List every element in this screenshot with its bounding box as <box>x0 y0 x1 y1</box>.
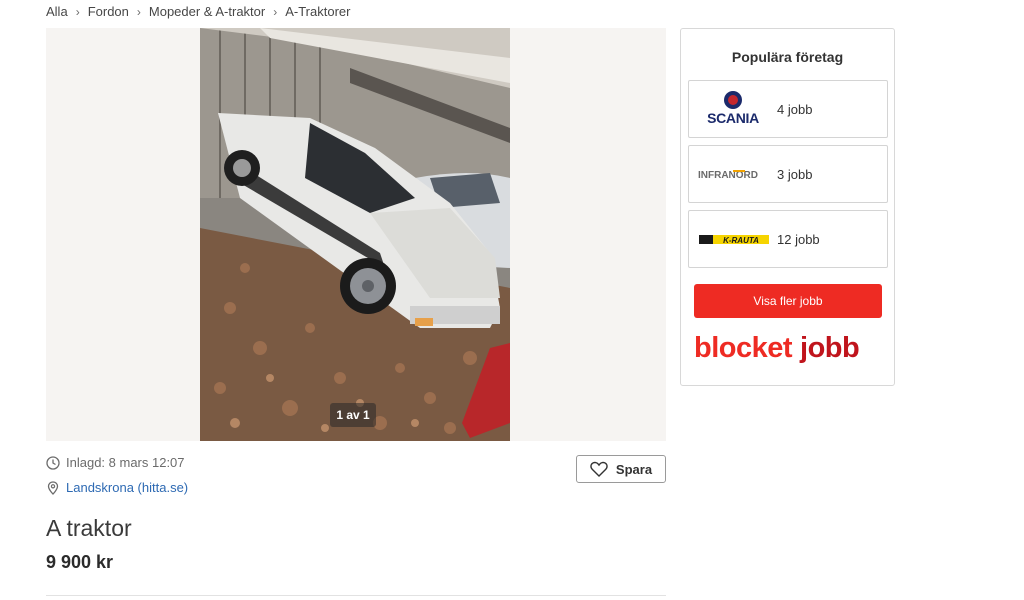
posted-date: Inlagd: 8 mars 12:07 <box>46 455 185 470</box>
company-card-infranord[interactable]: INFRANORD 3 jobb <box>688 145 888 203</box>
image-gallery: 1 av 1 <box>46 28 666 441</box>
k-rauta-logo-text: K-RAUTA <box>723 236 759 245</box>
breadcrumb-item-a-traktorer[interactable]: A-Traktorer <box>285 4 350 19</box>
chevron-right-icon: › <box>273 4 278 19</box>
listing-title: A traktor <box>46 515 132 541</box>
infranord-logo-text: INFRANORD <box>698 170 758 181</box>
popular-companies-panel: Populära företag SCANIA 4 jobb INFRANORD… <box>680 28 895 386</box>
infranord-logo: INFRANORD <box>697 154 775 194</box>
show-more-jobs-button[interactable]: Visa fler jobb <box>694 284 882 318</box>
listing-photo[interactable] <box>200 28 510 441</box>
blocket-jobb-logo[interactable]: blocket jobb <box>694 332 884 370</box>
location-link[interactable]: Landskrona (hitta.se) <box>66 480 188 495</box>
posted-date-text: Inlagd: 8 mars 12:07 <box>66 455 185 470</box>
listing-price: 9 900 kr <box>46 552 114 572</box>
company-jobs-count: 3 jobb <box>777 166 813 182</box>
scania-logo: SCANIA <box>697 89 775 129</box>
location-pin-icon <box>46 480 60 495</box>
divider <box>46 595 666 596</box>
company-jobs-count: 4 jobb <box>777 101 813 117</box>
save-button[interactable]: Spara <box>576 455 666 483</box>
chevron-right-icon: › <box>136 4 141 19</box>
breadcrumb-item-fordon[interactable]: Fordon <box>88 4 129 19</box>
location: Landskrona (hitta.se) <box>46 480 188 495</box>
chevron-right-icon: › <box>75 4 80 19</box>
company-card-scania[interactable]: SCANIA 4 jobb <box>688 80 888 138</box>
save-button-label: Spara <box>615 461 653 477</box>
company-jobs-count: 12 jobb <box>777 231 820 247</box>
breadcrumb-item-alla[interactable]: Alla <box>46 4 68 19</box>
brand-left: blocket <box>694 332 793 364</box>
brand-right: jobb <box>800 332 860 364</box>
panel-heading: Populära företag <box>731 49 844 65</box>
heart-icon <box>590 461 608 477</box>
image-counter: 1 av 1 <box>330 403 376 427</box>
breadcrumb-item-mopeder[interactable]: Mopeder & A-traktor <box>149 4 265 19</box>
company-card-k-rauta[interactable]: K-RAUTA 12 jobb <box>688 210 888 268</box>
k-rauta-logo: K-RAUTA <box>697 219 775 259</box>
breadcrumb: Alla › Fordon › Mopeder & A-traktor › A-… <box>46 4 350 19</box>
scania-logo-text: SCANIA <box>707 110 759 126</box>
clock-icon <box>46 455 60 470</box>
